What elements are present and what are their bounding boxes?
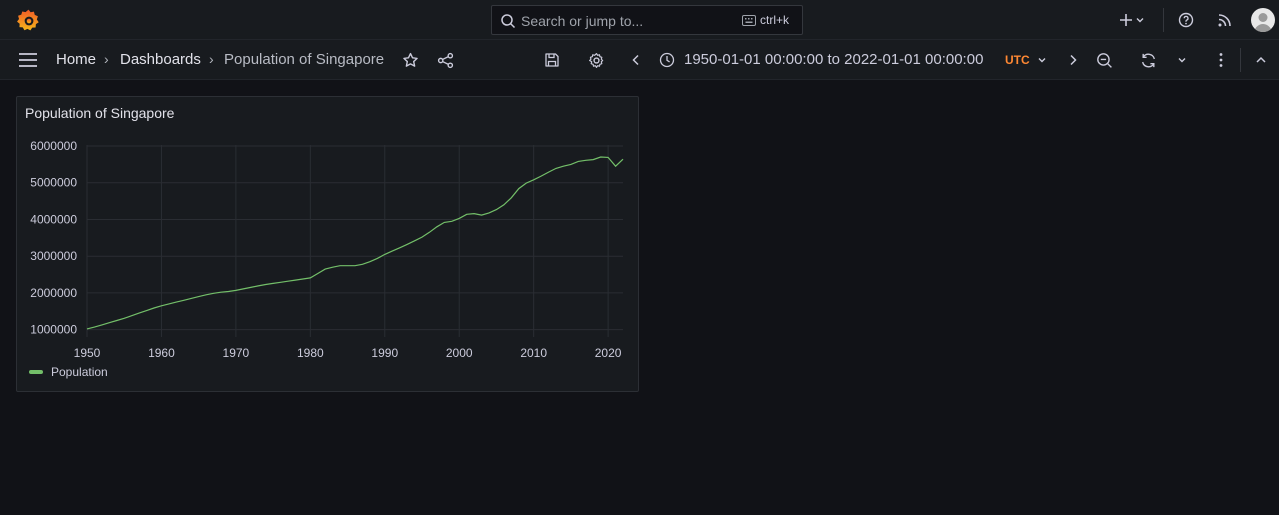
- refresh-icon[interactable]: [1138, 50, 1158, 70]
- y-axis-ticks: 1000000 2000000 3000000 4000000 5000000 60000…: [30, 139, 77, 337]
- navbar-divider: [1240, 48, 1241, 72]
- y-tick-label: 2000000: [30, 286, 77, 300]
- y-tick-label: 5000000: [30, 176, 77, 190]
- breadcrumb-home[interactable]: Home: [56, 51, 96, 68]
- gear-icon[interactable]: [586, 50, 606, 70]
- x-tick-label: 2020: [595, 346, 622, 360]
- y-tick-label: 6000000: [30, 139, 77, 153]
- save-icon[interactable]: [542, 50, 562, 70]
- star-icon[interactable]: [400, 50, 420, 70]
- menu-icon[interactable]: [18, 52, 38, 68]
- x-tick-label: 1970: [223, 346, 250, 360]
- avatar[interactable]: [1251, 8, 1275, 32]
- chevron-down-icon[interactable]: [1133, 10, 1147, 30]
- x-tick-label: 1990: [371, 346, 398, 360]
- breadcrumb-separator: ›: [209, 51, 214, 67]
- legend-label: Population: [51, 365, 108, 379]
- breadcrumb-separator: ›: [104, 51, 109, 67]
- chart-grid: [86, 145, 623, 337]
- x-tick-label: 2010: [520, 346, 547, 360]
- population-line-chart[interactable]: 1000000 2000000 3000000 4000000 5000000 60000…: [17, 97, 638, 391]
- x-axis-ticks: 1950 1960 1970 1980 1990 2000 2010 2020: [74, 346, 622, 360]
- breadcrumb-current: Population of Singapore: [224, 51, 385, 68]
- search-shortcut: ctrl+k: [760, 13, 790, 27]
- grafana-logo-icon[interactable]: [16, 8, 41, 33]
- y-tick-label: 3000000: [30, 249, 77, 263]
- x-tick-label: 1950: [74, 346, 101, 360]
- search-input[interactable]: Search or jump to... ctrl+k: [491, 5, 803, 35]
- x-tick-label: 2000: [446, 346, 473, 360]
- help-icon[interactable]: [1176, 10, 1196, 30]
- search-icon: [501, 14, 516, 29]
- zoom-out-icon[interactable]: [1094, 50, 1114, 70]
- breadcrumb-dashboards[interactable]: Dashboards: [120, 51, 201, 68]
- top-bar: Search or jump to... ctrl+k: [0, 0, 1279, 40]
- chart-legend[interactable]: Population: [29, 365, 108, 379]
- y-tick-label: 4000000: [30, 212, 77, 226]
- y-tick-label: 1000000: [30, 323, 77, 337]
- timezone-badge[interactable]: UTC: [1005, 53, 1030, 67]
- news-icon[interactable]: [1215, 10, 1235, 30]
- legend-swatch: [29, 370, 43, 374]
- search-placeholder: Search or jump to...: [521, 13, 644, 29]
- chart-panel[interactable]: Population of Singapore 1000000 2000000 30…: [16, 96, 639, 392]
- more-options-icon[interactable]: [1211, 50, 1231, 70]
- time-shift-forward-icon[interactable]: [1063, 50, 1083, 70]
- chevron-down-icon[interactable]: [1174, 50, 1190, 70]
- topbar-divider: [1163, 8, 1164, 32]
- keyboard-icon: [742, 15, 756, 26]
- time-shift-back-icon[interactable]: [626, 50, 646, 70]
- x-tick-label: 1980: [297, 346, 324, 360]
- chevron-down-icon[interactable]: [1034, 50, 1050, 70]
- time-range-picker[interactable]: 1950-01-01 00:00:00 to 2022-01-01 00:00:…: [684, 51, 983, 68]
- clock-icon: [657, 50, 677, 70]
- x-tick-label: 1960: [148, 346, 175, 360]
- share-icon[interactable]: [435, 50, 455, 70]
- chevron-up-icon[interactable]: [1251, 50, 1271, 70]
- dashboard-nav-bar: Home › Dashboards › Population of Singap…: [0, 40, 1279, 80]
